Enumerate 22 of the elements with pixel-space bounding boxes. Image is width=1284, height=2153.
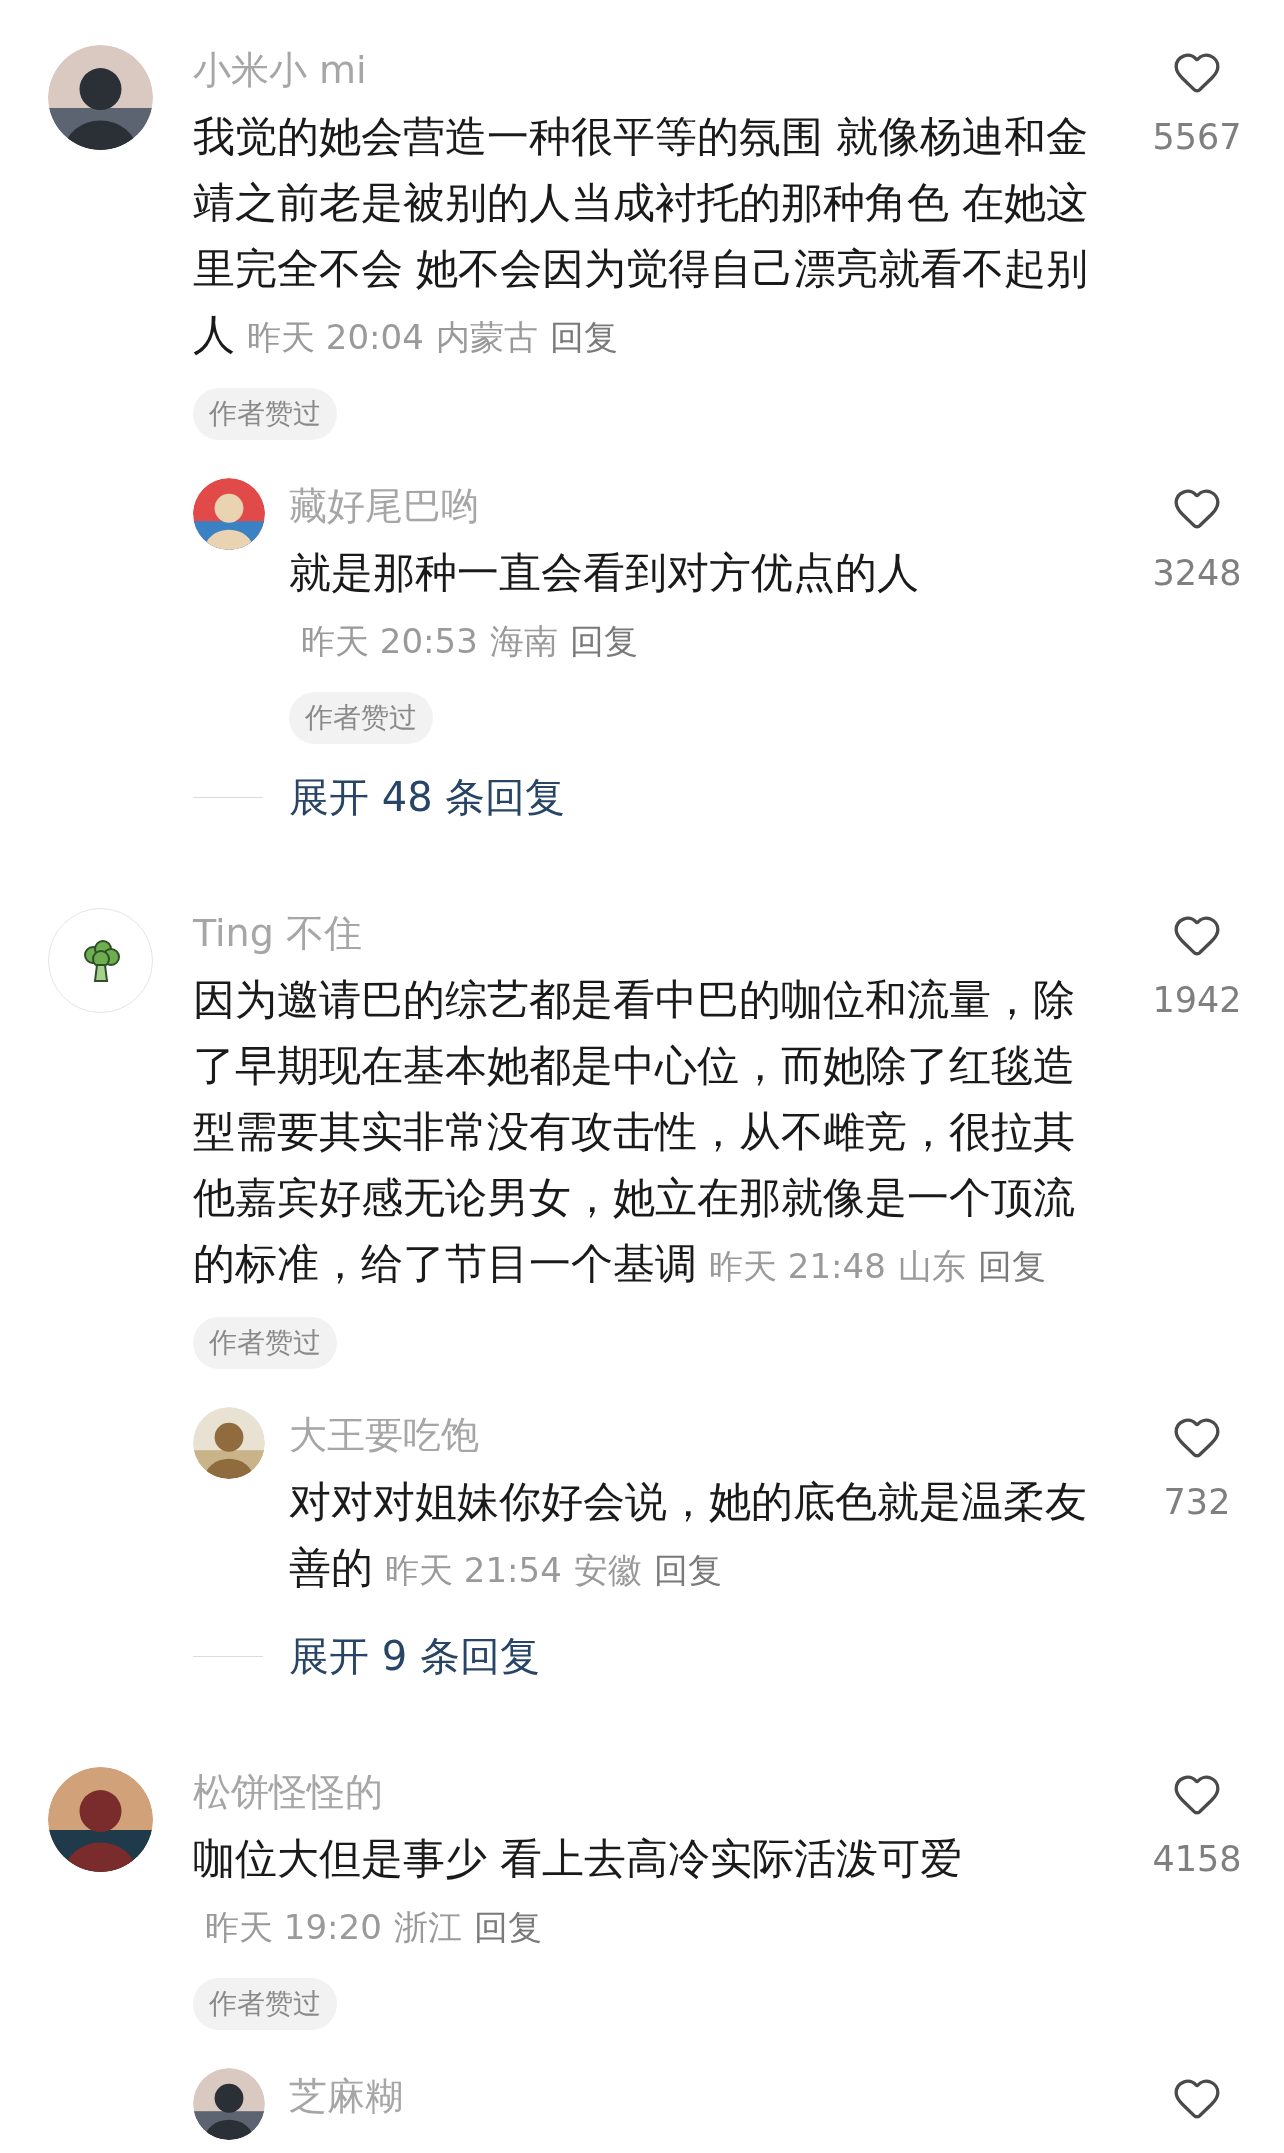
username[interactable]: 大王要吃饱 [289,1410,479,1460]
username[interactable]: Ting 不住 [193,908,362,958]
username[interactable]: 藏好尾巴哟 [289,481,479,531]
username[interactable]: 松饼怪怪的 [193,1767,383,1817]
like-count: 732 [1163,1481,1231,1524]
author-liked-badge: 作者赞过 [193,1978,337,2030]
author-liked-badge: 作者赞过 [289,692,433,744]
like-count: 5567 [1152,116,1242,159]
comment-text: 就是那种一直会看到对方优点的人 昨天 20:53 海南 回复 [289,547,920,663]
like-count: 1942 [1152,979,1242,1022]
expand-replies-link[interactable]: 展开 48 条回复 [289,772,566,822]
author-liked-badge: 作者赞过 [193,1317,337,1369]
expand-replies-link[interactable]: 展开 9 条回复 [289,1631,540,1681]
comment-text: 对对对姐妹你好会说，她的底色就是温柔友善的 昨天 21:54 安徽 回复 [289,1476,1088,1594]
username[interactable]: 小米小 mi [193,45,367,95]
comment-text: 我觉的她会营造一种很平等的氛围 就像杨迪和金靖之前老是被别的人当成衬托的那种角色 在她这里完全不会 她不会因为觉得自己漂亮就看不起别人 昨天 20:04 内蒙古 回复 [193,111,1090,361]
comment-text: 因为邀请巴的综艺都是看中巴的咖位和流量，除了早期现在基本她都是中心位，而她除了红毯造型需要其实非常没有攻击性，从不雌竞，很拉其他嘉宾好感无论男女，她立在那就像是一个顶流的标准，给了节目一个基调 昨天 21:48 山东 回复 [193,974,1076,1290]
comment-text: 咖位大但是事少 看上去高冷实际活泼可爱 昨天 19:20 浙江 回复 [193,1833,964,1949]
username[interactable]: 芝麻糊 [289,2071,403,2121]
author-liked-badge: 作者赞过 [193,388,337,440]
like-count: 3248 [1152,552,1242,595]
like-count: 4158 [1152,1838,1242,1881]
